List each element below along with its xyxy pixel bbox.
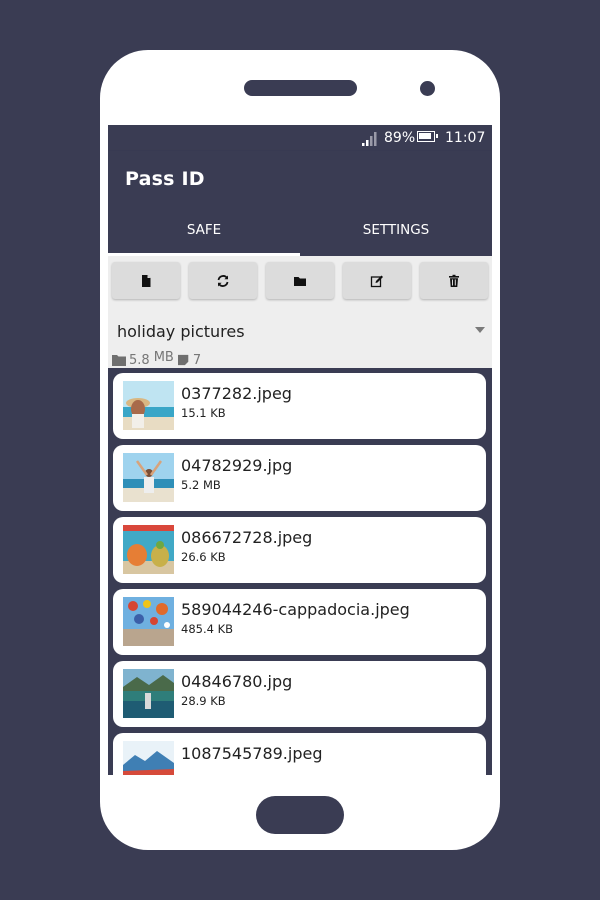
tab-settings[interactable]: SETTINGS bbox=[300, 205, 492, 256]
balloons-thumbnail bbox=[123, 597, 174, 646]
battery-percentage: 89% bbox=[384, 130, 416, 146]
file-icon bbox=[142, 274, 151, 287]
beach-hat-thumbnail bbox=[123, 381, 174, 430]
file-size: 485.4 KB bbox=[181, 622, 234, 636]
file-size: 15.1 KB bbox=[181, 406, 226, 420]
list-item[interactable]: 04846780.jpg 28.9 KB bbox=[113, 661, 486, 727]
signal-icon bbox=[362, 132, 377, 146]
file-name: 589044246-cappadocia.jpeg bbox=[181, 600, 410, 619]
folder-size-icon bbox=[112, 355, 126, 366]
trash-icon bbox=[449, 274, 459, 287]
folder-panel: holiday pictures 5.8 MB 7 bbox=[108, 256, 492, 368]
edit-icon bbox=[370, 275, 383, 287]
list-item[interactable]: 086672728.jpeg 26.6 KB bbox=[113, 517, 486, 583]
chevron-down-icon[interactable] bbox=[475, 327, 485, 333]
file-size: 28.9 KB bbox=[181, 694, 226, 708]
app-title: Pass ID bbox=[125, 168, 205, 190]
file-list: 0377282.jpeg 15.1 KB 04782929.jpg 5.2 MB bbox=[108, 368, 492, 775]
folder-meta: 5.8 MB 7 bbox=[112, 349, 202, 368]
status-bar: 89% 11:07 bbox=[108, 125, 492, 151]
folder-size-unit: MB bbox=[153, 349, 174, 365]
file-name: 04846780.jpg bbox=[181, 672, 293, 691]
folder-button[interactable] bbox=[266, 262, 334, 299]
list-item[interactable]: 0377282.jpeg 15.1 KB bbox=[113, 373, 486, 439]
file-name: 04782929.jpg bbox=[181, 456, 293, 475]
phone-speaker bbox=[244, 80, 357, 96]
folder-name[interactable]: holiday pictures bbox=[117, 322, 245, 341]
folder-icon bbox=[294, 276, 306, 286]
phone-screen: 89% 11:07 Pass ID SAFE SETTINGS holiday … bbox=[108, 125, 492, 775]
file-size: 5.2 MB bbox=[181, 478, 221, 492]
file-name: 0377282.jpeg bbox=[181, 384, 292, 403]
edit-button[interactable] bbox=[343, 262, 411, 299]
beach-woman-thumbnail bbox=[123, 453, 174, 502]
home-button[interactable] bbox=[256, 796, 344, 834]
drinks-thumbnail bbox=[123, 525, 174, 574]
refresh-icon bbox=[217, 274, 229, 287]
coast-thumbnail bbox=[123, 669, 174, 718]
file-name: 086672728.jpeg bbox=[181, 528, 313, 547]
folder-size-value: 5.8 bbox=[129, 352, 150, 368]
new-file-button[interactable] bbox=[112, 262, 180, 299]
file-name: 1087545789.jpeg bbox=[181, 744, 323, 763]
list-item[interactable]: 04782929.jpg 5.2 MB bbox=[113, 445, 486, 511]
status-time: 11:07 bbox=[445, 130, 486, 146]
app-bar: Pass ID bbox=[108, 151, 492, 205]
list-item[interactable]: 1087545789.jpeg bbox=[113, 733, 486, 775]
phone-frame: 89% 11:07 Pass ID SAFE SETTINGS holiday … bbox=[100, 50, 500, 850]
tab-bar: SAFE SETTINGS bbox=[108, 205, 492, 256]
file-count: 7 bbox=[192, 352, 202, 368]
mountains-thumbnail bbox=[123, 741, 174, 775]
file-count-icon bbox=[177, 354, 189, 366]
battery-icon bbox=[417, 131, 438, 142]
delete-button[interactable] bbox=[420, 262, 488, 299]
file-size: 26.6 KB bbox=[181, 550, 226, 564]
tab-safe[interactable]: SAFE bbox=[108, 205, 300, 256]
list-item[interactable]: 589044246-cappadocia.jpeg 485.4 KB bbox=[113, 589, 486, 655]
refresh-button[interactable] bbox=[189, 262, 257, 299]
phone-camera bbox=[420, 81, 435, 96]
